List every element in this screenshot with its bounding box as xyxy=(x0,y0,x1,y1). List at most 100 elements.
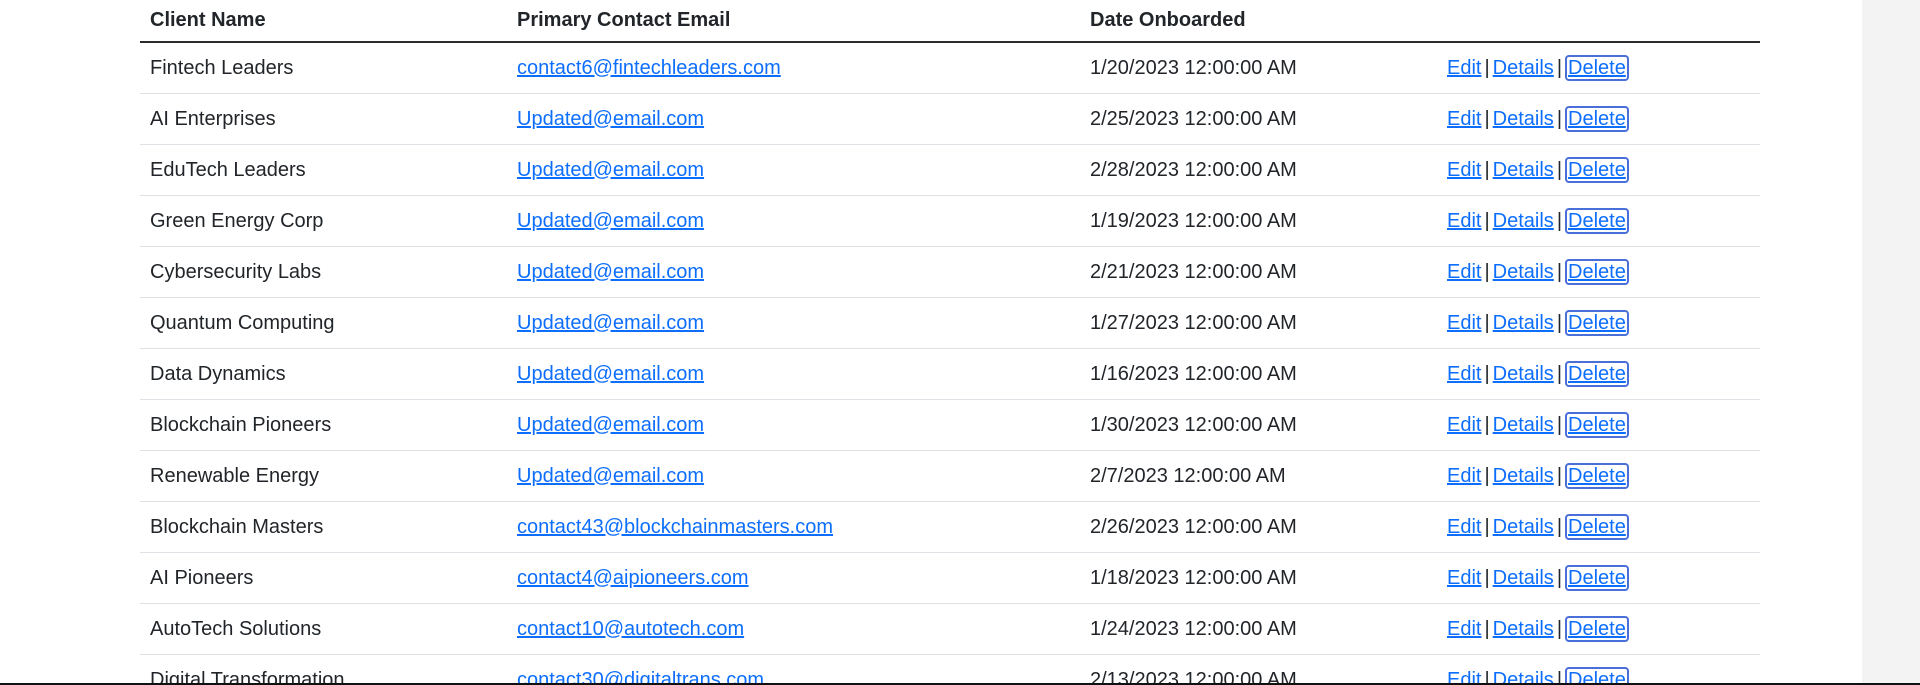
contact-email-link[interactable]: Updated@email.com xyxy=(517,312,704,334)
actions-cell: Edit | Details | Delete xyxy=(1437,603,1760,655)
details-link[interactable]: Details xyxy=(1493,363,1554,385)
edit-link[interactable]: Edit xyxy=(1447,618,1481,640)
email-cell: contact43@blockchainmasters.com xyxy=(507,501,1080,553)
actions-cell: Edit | Details | Delete xyxy=(1437,297,1760,349)
date-onboarded-cell: 2/28/2023 12:00:00 AM xyxy=(1080,144,1437,196)
contact-email-link[interactable]: contact6@fintechleaders.com xyxy=(517,57,781,79)
date-onboarded-cell: 1/18/2023 12:00:00 AM xyxy=(1080,552,1437,604)
edit-link[interactable]: Edit xyxy=(1447,414,1481,436)
contact-email-link[interactable]: Updated@email.com xyxy=(517,159,704,181)
action-separator: | xyxy=(1556,261,1563,283)
details-link[interactable]: Details xyxy=(1493,159,1554,181)
edit-link[interactable]: Edit xyxy=(1447,210,1481,232)
column-header-actions xyxy=(1437,0,1760,43)
action-separator: | xyxy=(1556,567,1563,589)
details-link[interactable]: Details xyxy=(1493,465,1554,487)
action-separator: | xyxy=(1484,618,1490,640)
details-link[interactable]: Details xyxy=(1493,108,1554,130)
action-separator: | xyxy=(1484,210,1490,232)
client-name-cell: Digital Transformation xyxy=(140,654,507,685)
contact-email-link[interactable]: Updated@email.com xyxy=(517,210,704,232)
details-link[interactable]: Details xyxy=(1493,414,1554,436)
delete-button[interactable]: Delete xyxy=(1565,157,1629,183)
details-link[interactable]: Details xyxy=(1493,516,1554,538)
vertical-scrollbar[interactable] xyxy=(1862,0,1920,685)
details-link[interactable]: Details xyxy=(1493,210,1554,232)
email-cell: Updated@email.com xyxy=(507,399,1080,451)
table-row: EduTech Leaders Updated@email.com 2/28/202… xyxy=(140,144,1760,196)
edit-link[interactable]: Edit xyxy=(1447,567,1481,589)
delete-button[interactable]: Delete xyxy=(1565,310,1629,336)
delete-button[interactable]: Delete xyxy=(1565,463,1629,489)
date-onboarded-cell: 1/27/2023 12:00:00 AM xyxy=(1080,297,1437,349)
contact-email-link[interactable]: contact10@autotech.com xyxy=(517,618,744,640)
edit-link[interactable]: Edit xyxy=(1447,159,1481,181)
contact-email-link[interactable]: Updated@email.com xyxy=(517,261,704,283)
client-name-cell: AutoTech Solutions xyxy=(140,603,507,655)
contact-email-link[interactable]: contact4@aipioneers.com xyxy=(517,567,749,589)
delete-button[interactable]: Delete xyxy=(1565,565,1629,591)
edit-link[interactable]: Edit xyxy=(1447,261,1481,283)
column-header-primary-contact-email: Primary Contact Email xyxy=(507,0,1080,43)
details-link[interactable]: Details xyxy=(1493,312,1554,334)
date-onboarded-cell: 2/26/2023 12:00:00 AM xyxy=(1080,501,1437,553)
action-separator: | xyxy=(1484,57,1490,79)
edit-link[interactable]: Edit xyxy=(1447,465,1481,487)
action-separator: | xyxy=(1484,108,1490,130)
action-separator: | xyxy=(1484,312,1490,334)
actions-cell: Edit | Details | Delete xyxy=(1437,93,1760,145)
delete-button[interactable]: Delete xyxy=(1565,514,1629,540)
email-cell: Updated@email.com xyxy=(507,93,1080,145)
delete-button[interactable]: Delete xyxy=(1565,55,1629,81)
details-link[interactable]: Details xyxy=(1493,618,1554,640)
edit-link[interactable]: Edit xyxy=(1447,516,1481,538)
table-row: AI Pioneers contact4@aipioneers.com 1/18/2… xyxy=(140,552,1760,604)
email-cell: contact4@aipioneers.com xyxy=(507,552,1080,604)
edit-link[interactable]: Edit xyxy=(1447,57,1481,79)
action-separator: | xyxy=(1556,108,1563,130)
date-onboarded-cell: 1/24/2023 12:00:00 AM xyxy=(1080,603,1437,655)
details-link[interactable]: Details xyxy=(1493,57,1554,79)
actions-cell: Edit | Details | Delete xyxy=(1437,348,1760,400)
date-onboarded-cell: 1/19/2023 12:00:00 AM xyxy=(1080,195,1437,247)
details-link[interactable]: Details xyxy=(1493,261,1554,283)
clients-table-container: Client Name Primary Contact Email Date O… xyxy=(140,0,1760,685)
date-onboarded-cell: 1/16/2023 12:00:00 AM xyxy=(1080,348,1437,400)
action-separator: | xyxy=(1484,414,1490,436)
table-row: Quantum Computing Updated@email.com 1/27/2… xyxy=(140,297,1760,349)
column-header-client-name: Client Name xyxy=(140,0,507,43)
actions-cell: Edit | Details | Delete xyxy=(1437,399,1760,451)
delete-button[interactable]: Delete xyxy=(1565,361,1629,387)
contact-email-link[interactable]: contact43@blockchainmasters.com xyxy=(517,516,833,538)
action-separator: | xyxy=(1556,312,1563,334)
delete-button[interactable]: Delete xyxy=(1565,616,1629,642)
contact-email-link[interactable]: Updated@email.com xyxy=(517,414,704,436)
table-row: AI Enterprises Updated@email.com 2/25/2023… xyxy=(140,93,1760,145)
page: Client Name Primary Contact Email Date O… xyxy=(0,0,1920,685)
email-cell: Updated@email.com xyxy=(507,450,1080,502)
delete-button[interactable]: Delete xyxy=(1565,412,1629,438)
delete-button[interactable]: Delete xyxy=(1565,106,1629,132)
date-onboarded-cell: 1/30/2023 12:00:00 AM xyxy=(1080,399,1437,451)
contact-email-link[interactable]: Updated@email.com xyxy=(517,108,704,130)
table-row: Fintech Leaders contact6@fintechleaders.c… xyxy=(140,42,1760,94)
client-name-cell: AI Enterprises xyxy=(140,93,507,145)
email-cell: Updated@email.com xyxy=(507,348,1080,400)
client-name-cell: Quantum Computing xyxy=(140,297,507,349)
contact-email-link[interactable]: Updated@email.com xyxy=(517,465,704,487)
edit-link[interactable]: Edit xyxy=(1447,108,1481,130)
edit-link[interactable]: Edit xyxy=(1447,363,1481,385)
table-row: Data Dynamics Updated@email.com 1/16/2023 … xyxy=(140,348,1760,400)
email-cell: contact6@fintechleaders.com xyxy=(507,42,1080,94)
column-header-date-onboarded: Date Onboarded xyxy=(1080,0,1437,43)
action-separator: | xyxy=(1484,363,1490,385)
details-link[interactable]: Details xyxy=(1493,567,1554,589)
action-separator: | xyxy=(1556,618,1563,640)
client-name-cell: Data Dynamics xyxy=(140,348,507,400)
contact-email-link[interactable]: Updated@email.com xyxy=(517,363,704,385)
action-separator: | xyxy=(1484,159,1490,181)
edit-link[interactable]: Edit xyxy=(1447,312,1481,334)
action-separator: | xyxy=(1556,414,1563,436)
delete-button[interactable]: Delete xyxy=(1565,208,1629,234)
delete-button[interactable]: Delete xyxy=(1565,259,1629,285)
